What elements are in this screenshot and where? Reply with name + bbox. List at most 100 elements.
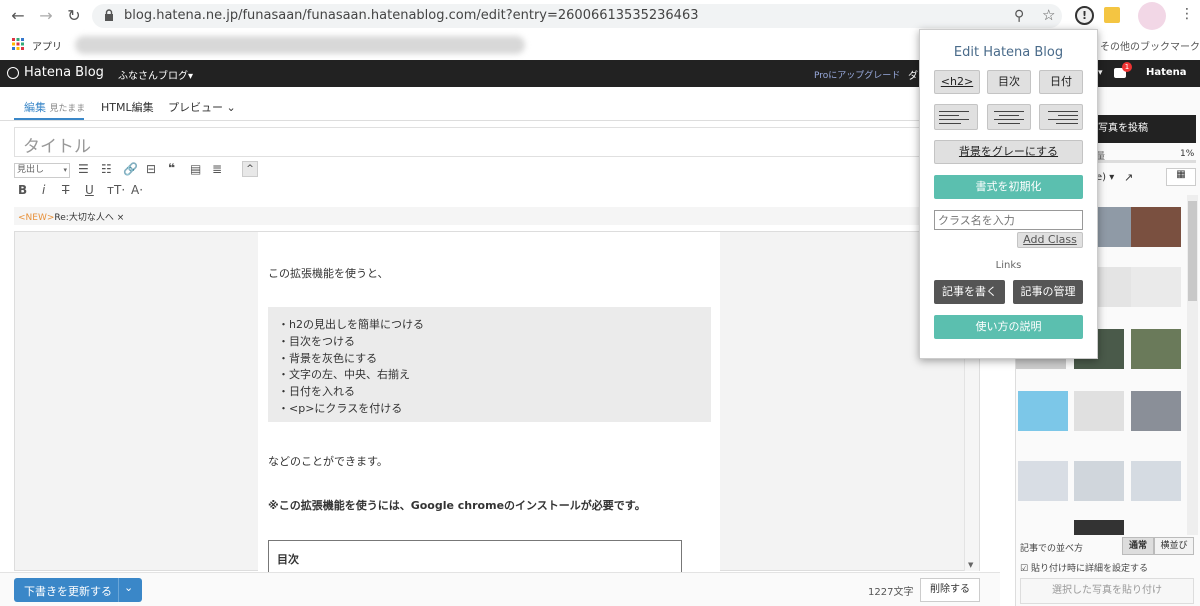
photo-thumb[interactable]	[1131, 207, 1181, 247]
dashboard-link[interactable]: ダ	[908, 67, 918, 82]
scroll-down-icon[interactable]: ▼	[968, 561, 973, 569]
list-item: ・<p>にクラスを付ける	[278, 401, 403, 415]
collapse-toolbar-button[interactable]: ^	[242, 161, 258, 177]
back-arrow-icon[interactable]: ←	[8, 6, 28, 26]
italic-icon[interactable]: i	[42, 183, 45, 197]
manage-articles-button[interactable]: 記事の管理	[1013, 280, 1083, 304]
quote-icon[interactable]: ❝	[168, 161, 175, 175]
date-button[interactable]: 日付	[1039, 70, 1083, 94]
checkbox-icon[interactable]: ☑	[1020, 564, 1028, 574]
tag-new-prefix: <NEW>	[18, 213, 55, 223]
photo-thumb[interactable]	[1018, 391, 1068, 431]
notification-badge: 1	[1122, 62, 1132, 72]
paste-detail-checkbox[interactable]: ☑ 貼り付け時に詳細を設定する	[1020, 561, 1148, 574]
feature-list: ・h2の見出しを簡単につける ・目次をつける ・背景を灰色にする ・文字の左、中…	[278, 317, 424, 418]
photo-thumb[interactable]	[1074, 461, 1124, 501]
toc-button[interactable]: 目次	[987, 70, 1031, 94]
pro-upgrade-link[interactable]: Proにアップグレード	[814, 68, 900, 81]
link-icon[interactable]: 🔗	[123, 162, 138, 176]
text-color-icon[interactable]: A·	[131, 183, 143, 197]
tab-edit[interactable]: 編集 見たまま	[24, 99, 85, 115]
blog-name-dropdown[interactable]: ふなさんブログ▾	[118, 67, 193, 82]
photo-scrollbar-thumb[interactable]	[1188, 201, 1197, 301]
h2-button[interactable]: <h2>	[934, 70, 980, 94]
zoom-icon[interactable]: ⚲	[1014, 8, 1024, 24]
save-draft-button[interactable]: 下書きを更新する ⌄	[14, 578, 142, 602]
photo-thumb[interactable]	[1018, 461, 1068, 501]
post-photo-button[interactable]: 写真を投稿	[1094, 115, 1196, 143]
char-count: 1227文字	[868, 587, 914, 598]
reload-icon[interactable]: ↻	[64, 6, 84, 26]
hatena-account-label: Hatena	[1146, 67, 1187, 78]
gray-background-button[interactable]: 背景をグレーにする	[934, 140, 1083, 164]
align-center-button[interactable]	[987, 104, 1031, 130]
strikethrough-icon[interactable]: T	[62, 183, 69, 197]
tab-edit-label: 編集	[24, 101, 46, 114]
tab-edit-sub: 見たまま	[49, 104, 86, 114]
underline-icon[interactable]: U	[85, 183, 94, 197]
paste-selected-button[interactable]: 選択した写真を貼り付け	[1020, 578, 1194, 604]
hatena-account-link[interactable]: Hatena	[1146, 67, 1187, 78]
photo-thumb[interactable]	[1131, 329, 1181, 369]
chevron-down-icon[interactable]: ⌄	[124, 581, 133, 594]
url-text[interactable]: blog.hatena.ne.jp/funasaan/funasaan.hate…	[124, 8, 698, 23]
storage-bar	[1096, 160, 1196, 163]
body-notice: ※この拡張機能を使うには、Google chromeのインストールが必要です。	[268, 499, 646, 512]
bullet-list-icon[interactable]: ☰	[78, 162, 89, 176]
button-divider	[118, 578, 119, 602]
active-tab-indicator	[14, 118, 84, 120]
photo-thumb[interactable]	[1131, 267, 1181, 307]
grid-view-icon[interactable]: ▦	[1166, 168, 1196, 186]
edit-hatena-popup: Edit Hatena Blog <h2> 目次 日付 背景をグレーにする 書式…	[919, 29, 1098, 359]
horizontal-rule-icon[interactable]: ⊟	[146, 162, 156, 176]
order-normal-button[interactable]: 通常	[1122, 537, 1154, 555]
more-icon[interactable]: ≣	[212, 162, 222, 176]
add-class-button[interactable]: Add Class	[1017, 232, 1083, 248]
list-item: ・日付を入れる	[278, 385, 355, 399]
bold-icon[interactable]: B	[18, 183, 27, 197]
close-icon[interactable]: ×	[117, 213, 125, 223]
align-right-button[interactable]	[1039, 104, 1083, 130]
menu-dots-icon[interactable]: ⋮	[1180, 6, 1194, 22]
write-article-button[interactable]: 記事を書く	[934, 280, 1005, 304]
tab-html-edit[interactable]: HTML編集	[101, 99, 154, 115]
photo-thumb[interactable]	[1074, 520, 1124, 535]
other-bookmarks[interactable]: その他のブックマーク	[1100, 38, 1200, 53]
photo-filter[interactable]: e) ▾	[1096, 172, 1114, 183]
tab-preview[interactable]: プレビュー ⌄	[168, 99, 236, 115]
align-left-button[interactable]	[934, 104, 978, 130]
note-extension-icon[interactable]	[1104, 7, 1120, 23]
photo-scrollbar[interactable]	[1187, 195, 1198, 535]
category-tag[interactable]: <NEW>Re:大切な人へ ×	[18, 210, 124, 223]
list-item: ・目次をつける	[278, 334, 355, 348]
storage-percent: 1%	[1180, 149, 1195, 159]
font-size-icon[interactable]: тT·	[107, 183, 125, 197]
profile-avatar[interactable]	[1138, 2, 1166, 30]
photo-thumb[interactable]	[1131, 391, 1181, 431]
external-link-icon[interactable]: ↗	[1124, 171, 1133, 184]
blurred-bookmarks	[75, 36, 525, 54]
howto-button[interactable]: 使い方の説明	[934, 315, 1083, 339]
photo-thumb[interactable]	[1074, 391, 1124, 431]
apps-label[interactable]: アプリ	[32, 38, 62, 53]
body-intro: この拡張機能を使うと、	[268, 267, 389, 280]
delete-button[interactable]: 削除する	[920, 578, 980, 602]
apps-grid-icon[interactable]	[12, 38, 24, 50]
hatena-blog-logo[interactable]: Hatena Blog	[24, 65, 104, 80]
forward-arrow-icon[interactable]: →	[36, 6, 56, 26]
heading-select[interactable]: 見出し ▾	[14, 163, 70, 178]
extension-icon[interactable]: !	[1075, 6, 1094, 25]
dropdown-caret-icon[interactable]: ▾	[1098, 68, 1103, 78]
tag-row	[14, 207, 994, 225]
order-side-button[interactable]: 横並び	[1154, 537, 1194, 555]
bookmark-star-icon[interactable]: ☆	[1042, 6, 1055, 24]
save-draft-label: 下書きを更新する	[24, 585, 112, 598]
numbered-list-icon[interactable]: ☷	[101, 162, 112, 176]
table-icon[interactable]: ▤	[190, 162, 201, 176]
links-label: Links	[995, 260, 1022, 271]
photo-thumb[interactable]	[1131, 461, 1181, 501]
title-input[interactable]: タイトル	[14, 127, 994, 157]
lock-icon	[104, 9, 114, 21]
reset-format-button[interactable]: 書式を初期化	[934, 175, 1083, 199]
class-name-input[interactable]	[934, 210, 1083, 230]
